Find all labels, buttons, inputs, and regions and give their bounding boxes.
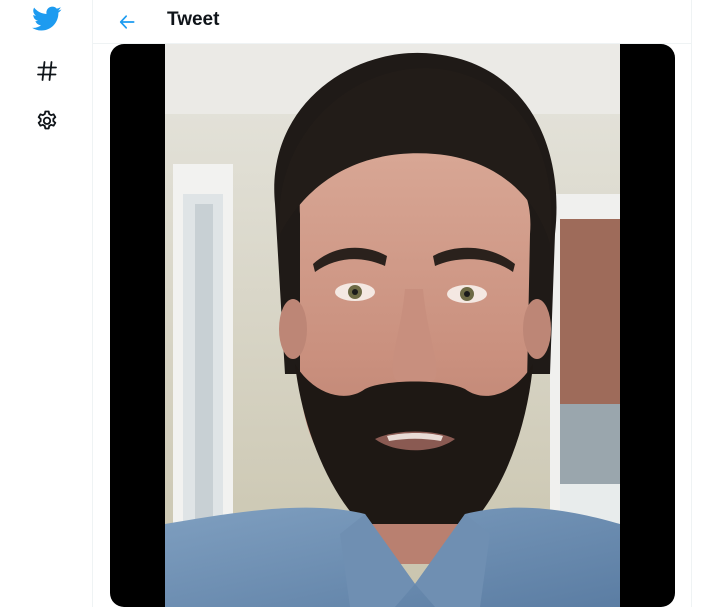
hashtag-icon bbox=[37, 61, 57, 81]
explore-button[interactable] bbox=[28, 52, 66, 90]
back-button[interactable] bbox=[109, 4, 145, 40]
twitter-bird-icon bbox=[32, 6, 62, 31]
app: Tweet bbox=[0, 0, 715, 607]
page-header: Tweet bbox=[93, 0, 691, 44]
video-player[interactable] bbox=[110, 44, 675, 607]
arrow-left-icon bbox=[119, 15, 135, 29]
page-title: Tweet bbox=[167, 9, 220, 30]
settings-button[interactable] bbox=[28, 102, 66, 140]
video-frame bbox=[165, 44, 620, 607]
gear-icon bbox=[37, 110, 57, 130]
twitter-logo-button[interactable] bbox=[28, 0, 66, 38]
video-still bbox=[165, 44, 620, 607]
left-nav bbox=[0, 0, 92, 607]
main-column: Tweet bbox=[92, 0, 692, 607]
